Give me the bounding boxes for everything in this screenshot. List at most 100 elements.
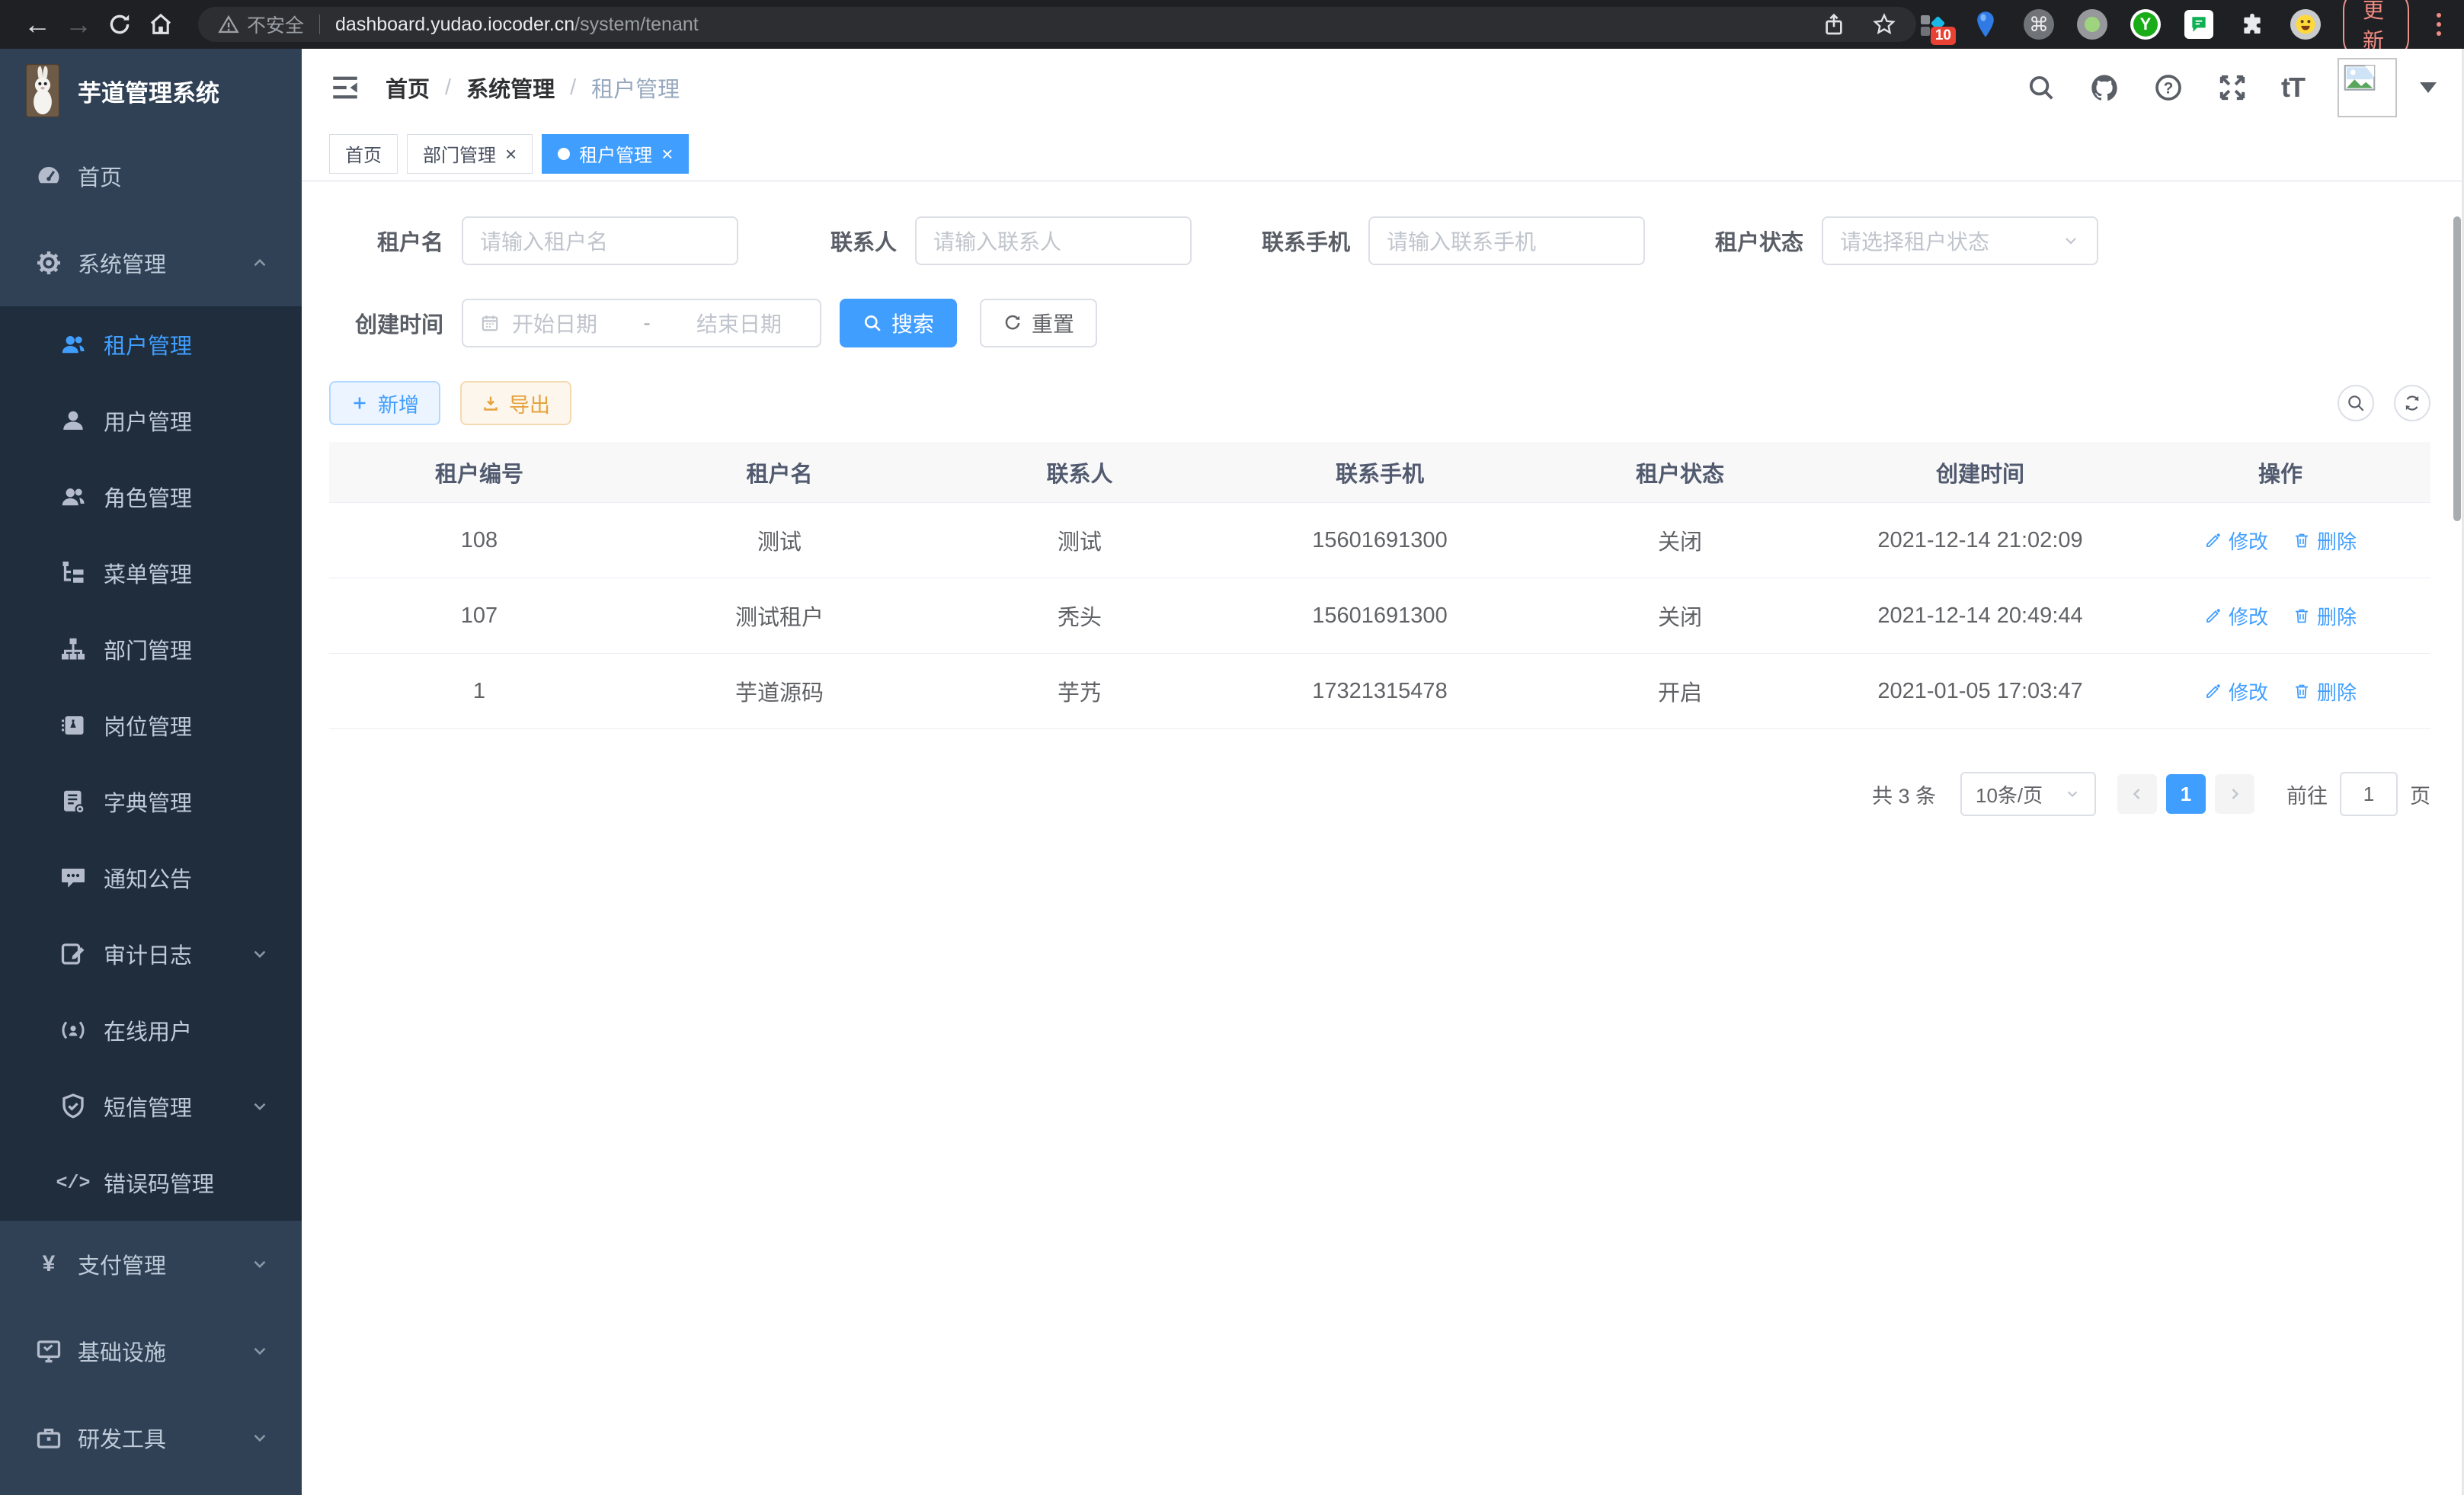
org-tree-icon — [58, 634, 88, 664]
tab-manager-extension-icon[interactable]: 10 — [1916, 8, 1948, 40]
contact-input[interactable]: 请输入联系人 — [915, 216, 1192, 265]
page-size-select[interactable]: 10条/页 — [1960, 772, 2096, 816]
table-row: 1 芋道源码 芋艿 17321315478 开启 2021-01-05 17:0… — [329, 654, 2430, 729]
cell-status: 开启 — [1530, 675, 1830, 707]
date-range-input[interactable]: 开始日期 - 结束日期 — [462, 299, 821, 347]
col-tenant-name: 租户名 — [629, 456, 930, 488]
sidebar-item-audit-log[interactable]: 审计日志 — [0, 916, 302, 992]
sidebar-item-notice[interactable]: 通知公告 — [0, 840, 302, 916]
browser-home-button[interactable] — [140, 4, 181, 45]
security-warning-icon — [218, 14, 239, 35]
sidebar-item-infra[interactable]: 基础设施 — [0, 1308, 302, 1394]
tag-label: 首页 — [345, 140, 382, 167]
date-range-separator: - — [597, 311, 696, 335]
breadcrumb-system[interactable]: 系统管理 — [466, 72, 555, 104]
extensions-puzzle-icon[interactable] — [2236, 8, 2268, 40]
shield-check-icon — [58, 1091, 88, 1122]
browser-forward-button[interactable]: → — [58, 4, 99, 45]
share-icon[interactable] — [1822, 12, 1846, 37]
sidebar-item-label: 字典管理 — [104, 786, 192, 818]
sidebar-logo[interactable]: 芋道管理系统 — [0, 49, 302, 133]
start-date-placeholder[interactable]: 开始日期 — [512, 308, 597, 338]
mobile-input[interactable]: 请输入联系手机 — [1368, 216, 1645, 265]
tag-close-icon[interactable]: × — [505, 144, 517, 164]
browser-reload-button[interactable] — [99, 4, 140, 45]
add-button[interactable]: 新增 — [329, 381, 440, 425]
font-size-icon[interactable]: tT — [2281, 72, 2304, 104]
sidebar-item-home[interactable]: 首页 — [0, 133, 302, 219]
announcement-icon — [58, 863, 88, 893]
delete-link[interactable]: 删除 — [2293, 602, 2357, 630]
cell-created: 2021-01-05 17:03:47 — [1830, 679, 2130, 704]
next-page-button[interactable] — [2215, 774, 2254, 814]
sidebar-item-sms[interactable]: 短信管理 — [0, 1068, 302, 1144]
sidebar-item-label: 菜单管理 — [104, 557, 192, 589]
sidebar-item-user[interactable]: 用户管理 — [0, 383, 302, 459]
tag-dept[interactable]: 部门管理 × — [407, 134, 533, 174]
sidebar-item-label: 部门管理 — [104, 633, 192, 665]
github-icon[interactable] — [2089, 72, 2120, 103]
sidebar-item-post[interactable]: 岗位管理 — [0, 687, 302, 764]
browser-menu-icon[interactable] — [2430, 13, 2447, 36]
sidebar-item-label: 岗位管理 — [104, 709, 192, 741]
command-extension-icon[interactable]: ⌘ — [2023, 8, 2055, 40]
sidebar-item-role[interactable]: 角色管理 — [0, 459, 302, 535]
fullscreen-icon[interactable] — [2217, 72, 2248, 103]
address-bar[interactable]: 不安全 dashboard.yudao.iocoder.cn /system/t… — [198, 7, 1916, 42]
pin-extension-icon[interactable] — [1970, 8, 2002, 40]
y-extension-icon[interactable]: Y — [2130, 8, 2162, 40]
sidebar-item-dept[interactable]: 部门管理 — [0, 611, 302, 687]
sidebar-item-menu[interactable]: 菜单管理 — [0, 535, 302, 611]
browser-back-button[interactable]: ← — [17, 4, 58, 45]
avatar-caret-icon[interactable] — [2420, 82, 2437, 93]
sidebar-item-errorcode[interactable]: </> 错误码管理 — [0, 1144, 302, 1221]
sidebar-item-label: 角色管理 — [104, 481, 192, 513]
cell-mobile: 15601691300 — [1230, 528, 1530, 553]
sidebar-item-online-users[interactable]: 在线用户 — [0, 992, 302, 1068]
page-content: 租户名 请输入租户名 联系人 请输入联系人 联系手机 请输入联系手机 — [302, 181, 2464, 1495]
browser-chrome: ← → 不安全 dashboard.yudao.iocoder.cn /syst… — [0, 0, 2464, 49]
tag-tenant[interactable]: 租户管理 × — [542, 134, 689, 174]
cell-created: 2021-12-14 21:02:09 — [1830, 528, 2130, 553]
table-row: 108 测试 测试 15601691300 关闭 2021-12-14 21:0… — [329, 503, 2430, 578]
page-number-current[interactable]: 1 — [2166, 774, 2206, 814]
emoji-extension-icon[interactable] — [2290, 8, 2322, 40]
sidebar-item-devtools[interactable]: 研发工具 — [0, 1394, 302, 1481]
sidebar-item-dict[interactable]: 字典管理 — [0, 764, 302, 840]
delete-link[interactable]: 删除 — [2293, 527, 2357, 555]
goto-page-input[interactable]: 1 — [2340, 772, 2398, 816]
prev-page-button[interactable] — [2117, 774, 2157, 814]
edit-link[interactable]: 修改 — [2204, 602, 2268, 630]
header-search-icon[interactable] — [2027, 73, 2056, 102]
cell-tenant-name: 测试 — [629, 524, 930, 556]
sidebar-collapse-icon[interactable] — [329, 72, 361, 104]
refresh-button[interactable] — [2394, 385, 2430, 421]
toggle-search-button[interactable] — [2338, 385, 2374, 421]
page-scrollbar-thumb[interactable] — [2453, 216, 2461, 521]
cell-mobile: 15601691300 — [1230, 603, 1530, 629]
tenant-name-input[interactable]: 请输入租户名 — [462, 216, 738, 265]
export-button[interactable]: 导出 — [460, 381, 571, 425]
edit-link[interactable]: 修改 — [2204, 677, 2268, 706]
edit-link[interactable]: 修改 — [2204, 527, 2268, 555]
end-date-placeholder[interactable]: 结束日期 — [696, 308, 782, 338]
sidebar-item-label: 租户管理 — [104, 328, 192, 360]
chat-extension-icon[interactable] — [2183, 8, 2215, 40]
reset-button[interactable]: 重置 — [980, 299, 1097, 347]
sidebar-item-system[interactable]: 系统管理 — [0, 219, 302, 306]
breadcrumb-home[interactable]: 首页 — [386, 72, 430, 104]
bookmark-star-icon[interactable] — [1872, 12, 1896, 37]
delete-link[interactable]: 删除 — [2293, 677, 2357, 706]
chevron-down-icon — [250, 1096, 270, 1116]
status-select[interactable]: 请选择租户状态 — [1822, 216, 2098, 265]
recorder-extension-icon[interactable] — [2076, 8, 2108, 40]
avatar[interactable] — [2338, 58, 2397, 117]
search-button[interactable]: 搜索 — [840, 299, 957, 347]
sidebar-item-label: 在线用户 — [104, 1014, 192, 1046]
tag-close-icon[interactable]: × — [661, 144, 673, 164]
help-icon[interactable]: ? — [2153, 72, 2184, 103]
app-title: 芋道管理系统 — [78, 74, 219, 108]
tag-home[interactable]: 首页 — [329, 134, 398, 174]
sidebar-item-tenant[interactable]: 租户管理 — [0, 306, 302, 383]
sidebar-item-payment[interactable]: ¥ 支付管理 — [0, 1221, 302, 1308]
